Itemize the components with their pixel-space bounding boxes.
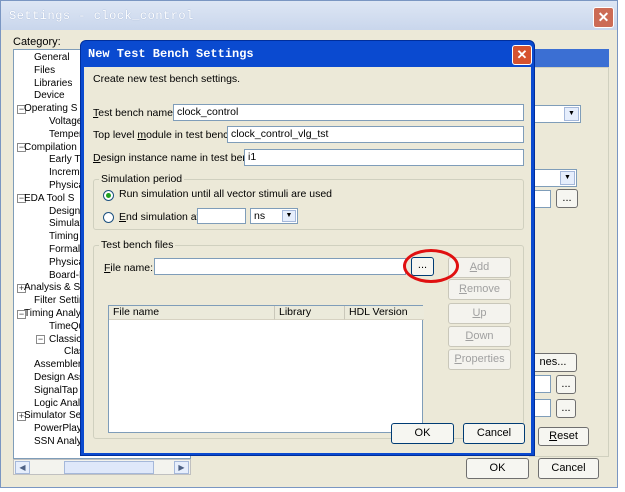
top-level-module-label: Top level module in test bench: <box>93 129 238 141</box>
column-header-hdl-version[interactable]: HDL Version <box>345 306 424 320</box>
new-test-bench-dialog: New Test Bench Settings ✕ Create new tes… <box>80 40 535 456</box>
settings-dropdown-2[interactable]: ▼ <box>529 169 577 187</box>
tree-expander-icon[interactable]: − <box>36 335 45 345</box>
tree-item[interactable]: Device <box>34 90 65 102</box>
tree-item[interactable]: Compilation <box>24 142 77 154</box>
settings-window-title: Settings - clock_control <box>9 9 194 23</box>
settings-title-bar[interactable]: Settings - clock_control <box>1 1 617 30</box>
end-simulation-input[interactable] <box>197 208 246 224</box>
tree-item[interactable]: Physica <box>49 257 84 269</box>
settings-browse-button-a[interactable]: ... <box>556 375 576 394</box>
dialog-title: New Test Bench Settings <box>88 47 254 61</box>
dialog-description: Create new test bench settings. <box>93 73 241 85</box>
settings-cancel-button[interactable]: Cancel <box>538 458 599 479</box>
tree-horizontal-scrollbar[interactable]: ◀ ▶ <box>13 459 191 475</box>
tree-item[interactable]: EDA Tool S <box>24 193 74 205</box>
properties-button[interactable]: Properties <box>448 349 511 370</box>
down-button[interactable]: Down <box>448 326 511 347</box>
test-benches-button[interactable]: nes... <box>529 353 577 372</box>
up-button[interactable]: Up <box>448 303 511 324</box>
tree-item[interactable]: Design Assi <box>34 372 86 384</box>
tree-item[interactable]: Physica <box>49 180 84 192</box>
scroll-left-icon[interactable]: ◀ <box>15 461 30 474</box>
tree-item[interactable]: Logic Analy <box>34 398 85 410</box>
scroll-right-icon[interactable]: ▶ <box>174 461 189 474</box>
run-until-label: Run simulation until all vector stimuli … <box>119 188 333 200</box>
design-instance-input[interactable]: i1 <box>244 149 524 166</box>
tree-item[interactable]: Operating S <box>24 103 77 115</box>
test-bench-files-title: Test bench files <box>99 239 176 251</box>
top-level-module-input[interactable]: clock_control_vlg_tst <box>227 126 524 143</box>
design-instance-label: Design instance name in test bench: <box>93 152 263 164</box>
time-unit-value: ns <box>254 210 266 222</box>
settings-browse-button-b[interactable]: ... <box>556 399 576 418</box>
test-bench-files-list[interactable]: File name Library HDL Version <box>108 305 424 433</box>
file-name-input[interactable] <box>154 258 406 275</box>
settings-page-header <box>529 49 609 67</box>
tree-item[interactable]: Voltage <box>49 116 82 128</box>
close-icon[interactable]: ✕ <box>512 45 532 65</box>
dialog-body: Create new test bench settings. Test ben… <box>84 67 531 453</box>
tree-item[interactable]: SSN Analyz <box>34 436 87 448</box>
category-label: Category: <box>13 36 61 48</box>
tree-item[interactable]: Classic <box>49 334 81 346</box>
run-until-radio[interactable] <box>103 190 114 201</box>
simulation-period-title: Simulation period <box>99 173 185 185</box>
column-header-file-name[interactable]: File name <box>109 306 275 320</box>
tree-item[interactable]: Analysis & S <box>24 282 80 294</box>
dialog-ok-button[interactable]: OK <box>391 423 454 444</box>
dialog-cancel-button[interactable]: Cancel <box>463 423 525 444</box>
chevron-down-icon: ▼ <box>282 210 296 222</box>
close-icon[interactable]: ✕ <box>593 7 614 28</box>
tree-item[interactable]: Assembler <box>34 359 81 371</box>
settings-ok-button[interactable]: OK <box>466 458 529 479</box>
settings-dropdown-1[interactable]: ▼ <box>529 105 581 123</box>
chevron-down-icon: ▼ <box>560 171 575 185</box>
tree-item[interactable]: Timing Analy <box>24 308 81 320</box>
end-simulation-label: End simulation at: <box>119 211 203 223</box>
tree-item[interactable]: Temper <box>49 129 82 141</box>
tree-item[interactable]: Libraries <box>34 78 72 90</box>
tree-item[interactable]: SignalTap II <box>34 385 86 397</box>
time-unit-select[interactable]: ns ▼ <box>250 208 298 224</box>
tree-item[interactable]: Simulator Se <box>24 410 81 422</box>
tree-item[interactable]: General <box>34 52 70 64</box>
remove-button[interactable]: Remove <box>448 279 511 300</box>
highlight-circle <box>403 249 459 283</box>
reset-button[interactable]: Reset <box>538 427 589 446</box>
tree-item[interactable]: Files <box>34 65 55 77</box>
tree-item[interactable]: TimeQu <box>49 321 84 333</box>
file-name-label: File name: <box>104 262 154 274</box>
column-header-library[interactable]: Library <box>275 306 345 320</box>
settings-browse-button[interactable]: ... <box>556 189 578 208</box>
chevron-down-icon: ▼ <box>564 107 579 121</box>
end-simulation-radio[interactable] <box>103 212 114 223</box>
tree-item[interactable]: Design <box>49 206 80 218</box>
test-bench-name-label: Test bench name: <box>93 107 176 119</box>
test-bench-name-input[interactable]: clock_control <box>173 104 524 121</box>
scroll-thumb[interactable] <box>64 461 154 474</box>
